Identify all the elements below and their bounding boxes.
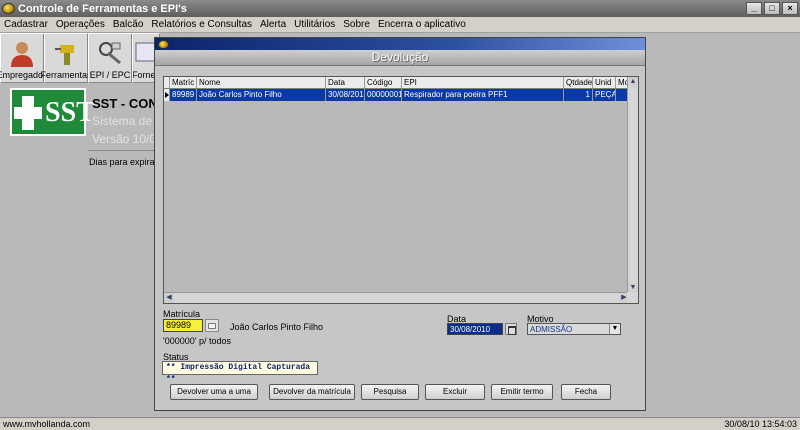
toolbar-ferramentas-button[interactable]: Ferramentas — [40, 33, 92, 83]
toolbar-label: EPI / EPC — [89, 70, 131, 80]
system-title: SST - CON — [92, 96, 158, 111]
divider — [88, 150, 158, 151]
status-message: ** Impressão Digital Capturada ** — [162, 361, 318, 384]
matricula-lookup-button[interactable] — [205, 319, 219, 332]
dialog-caption — [155, 38, 645, 50]
safety-gear-icon — [99, 42, 121, 65]
folder-icon — [208, 322, 216, 329]
devolver-da-matricula-button[interactable]: Devolver da matrícula — [269, 384, 355, 400]
excluir-button[interactable]: Excluir — [425, 384, 485, 400]
menu-sobre[interactable]: Sobre — [339, 19, 374, 30]
menu-balcao[interactable]: Balcão — [109, 19, 148, 30]
dialog-app-icon — [158, 39, 169, 49]
window-controls: _ □ × — [746, 2, 798, 15]
website-link: www.mvhollanda.com — [3, 419, 91, 429]
menu-operacoes[interactable]: Operações — [52, 19, 109, 30]
devolver-uma-a-uma-button[interactable]: Devolver uma a uma — [170, 384, 258, 400]
table-cell: Respirador para poeira PFF1 — [402, 89, 564, 101]
menu-bar: Cadastrar Operações Balcão Relatórios e … — [0, 17, 800, 33]
table-cell: João Carlos Pinto Filho — [197, 89, 326, 101]
chevron-down-icon[interactable]: ▼ — [609, 324, 620, 334]
toolbar-epi-button[interactable]: EPI / EPC — [88, 33, 132, 83]
sst-logo: SST — [10, 88, 95, 136]
person-icon — [11, 42, 33, 67]
devolucao-dialog: Devolução Matríc Nome Data Código EPI Qt… — [154, 37, 646, 411]
status-bar: www.mvhollanda.com 30/08/10 13:54:03 — [0, 417, 800, 430]
table-cell: 1 — [564, 89, 593, 101]
pesquisa-button[interactable]: Pesquisa — [361, 384, 419, 400]
column-header[interactable]: Nome — [197, 77, 326, 88]
menu-cadastrar[interactable]: Cadastrar — [0, 19, 52, 30]
matricula-label: Matrícula — [163, 309, 201, 319]
table-cell: 30/08/2010 — [328, 89, 365, 101]
column-header[interactable]: Unid — [593, 77, 616, 88]
minimize-button[interactable]: _ — [746, 2, 762, 15]
matricula-hint: '000000' p/ todos — [163, 336, 231, 346]
column-header[interactable]: Código — [365, 77, 402, 88]
scrollbar-corner — [627, 292, 638, 303]
close-button[interactable]: × — [782, 2, 798, 15]
datetime: 30/08/10 13:54:03 — [724, 419, 797, 429]
menu-utilitarios[interactable]: Utilitários — [290, 19, 339, 30]
table-header: Matríc Nome Data Código EPI Qtdade Unid … — [164, 77, 638, 89]
employee-name: João Carlos Pinto Filho — [230, 322, 324, 332]
menu-relatorios[interactable]: Relatórios e Consultas — [147, 19, 256, 30]
matricula-input[interactable]: 89989 — [163, 319, 203, 332]
button-bar: Devolver uma a uma Devolver da matrícula… — [155, 384, 645, 400]
table-row[interactable]: 89989 João Carlos Pinto Filho 30/08/2010… — [164, 89, 638, 101]
app-icon — [2, 3, 15, 14]
vertical-scrollbar[interactable]: ▲ ▼ — [627, 77, 638, 293]
menu-encerra[interactable]: Encerra o aplicativo — [374, 19, 470, 30]
window-title: Controle de Ferramentas e EPI's — [18, 2, 187, 15]
table-cell: 89989 — [170, 89, 197, 101]
date-input[interactable]: 30/08/2010 — [447, 323, 503, 335]
toolbar: Empregados Ferramentas EPI / EPC Fornec — [0, 33, 160, 83]
logo-text: SST — [45, 97, 95, 128]
system-version: Versão 10/08 — [92, 132, 163, 146]
scroll-up-icon[interactable]: ▲ — [628, 77, 638, 87]
calendar-icon[interactable] — [505, 323, 517, 335]
dialog-title: Devolução — [155, 50, 645, 66]
table-cell: 00000001 — [367, 89, 402, 101]
emitir-termo-button[interactable]: Emitir termo — [491, 384, 553, 400]
menu-alerta[interactable]: Alerta — [256, 19, 290, 30]
fecha-button[interactable]: Fecha — [561, 384, 611, 400]
column-header[interactable]: Matríc — [170, 77, 197, 88]
drill-icon — [55, 45, 74, 65]
maximize-button[interactable]: □ — [764, 2, 780, 15]
toolbar-empregados-button[interactable]: Empregados — [0, 33, 48, 83]
toolbar-label: Ferramentas — [40, 70, 92, 80]
motivo-select[interactable]: ADMISSÃO ▼ — [527, 323, 621, 335]
table-cell: PEÇA — [595, 89, 616, 101]
column-header[interactable]: EPI — [402, 77, 564, 88]
column-header[interactable]: Data — [326, 77, 365, 88]
devolucao-table[interactable]: Matríc Nome Data Código EPI Qtdade Unid … — [163, 76, 639, 304]
window-titlebar: Controle de Ferramentas e EPI's _ □ × — [0, 0, 800, 17]
scroll-left-icon[interactable]: ◀ — [164, 293, 174, 303]
horizontal-scrollbar[interactable]: ◀ ▶ — [164, 292, 629, 303]
column-header[interactable]: Qtdade — [564, 77, 593, 88]
motivo-selected-value: ADMISSÃO — [530, 325, 573, 334]
